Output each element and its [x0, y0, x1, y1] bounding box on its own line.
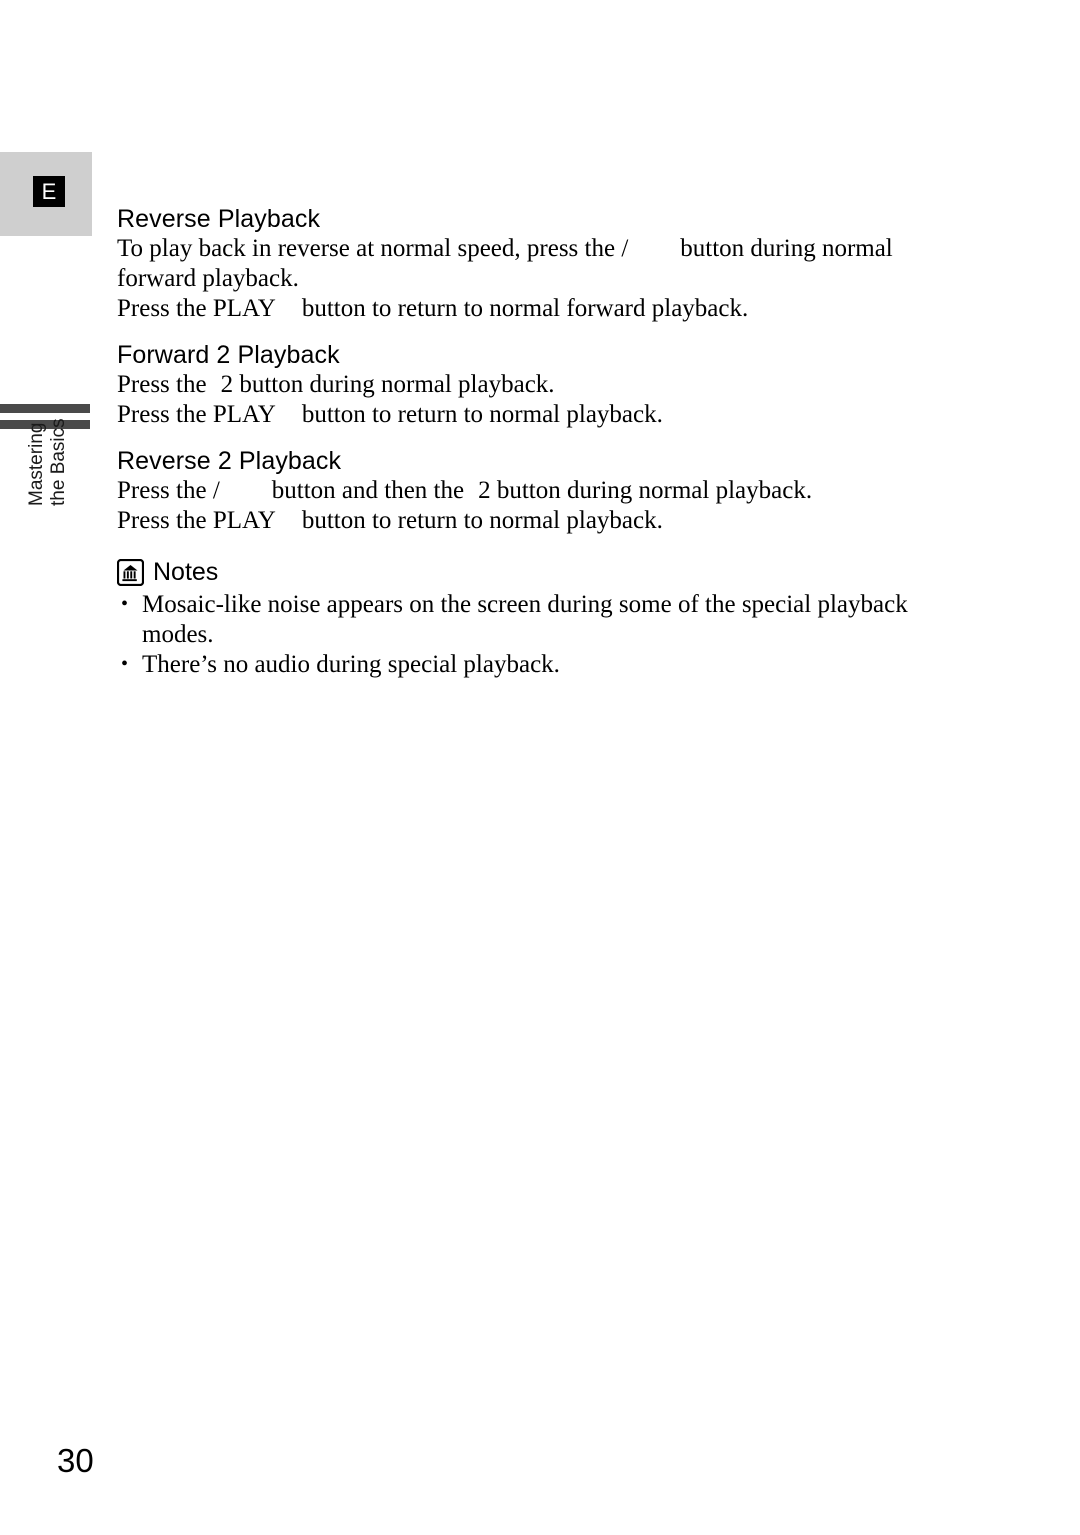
side-running-head-line2: the Basics: [48, 418, 69, 506]
side-running-head: Mastering the Basics: [26, 386, 96, 506]
heading-reverse-2x-playback: Reverse 2 Playback: [117, 447, 342, 475]
body-text: Press the PLAY: [117, 295, 276, 322]
body-line: Press the PLAY button to return to normal…: [117, 506, 947, 536]
heading-forward-2x-playback: Forward 2 Playback: [117, 341, 340, 369]
content-column: Reverse Playback To play back in reverse…: [117, 204, 947, 680]
section-forward-2x-playback: Forward 2 Playback Press the 2 button dur…: [117, 340, 947, 430]
body-line: forward playback.: [117, 264, 947, 294]
body-text: button to return to normal playback.: [301, 401, 663, 428]
manual-page: E Mastering the Basics Reverse Playback …: [0, 0, 1080, 1535]
body-text: Press the PLAY: [117, 401, 276, 428]
body-line: Press the PLAY button to return to normal…: [117, 294, 947, 324]
notes-bank-icon: [117, 558, 144, 586]
heading-reverse-playback: Reverse Playback: [117, 205, 321, 233]
note-item: Mosaic-like noise appears on the screen …: [117, 589, 947, 650]
body-text: button to return to normal forward playb…: [301, 295, 749, 322]
body-text: button during normal: [680, 235, 893, 262]
body-text: button and then the: [271, 477, 465, 504]
body-line: Press the PLAY button to return to normal…: [117, 400, 947, 430]
note-text: modes.: [142, 621, 214, 648]
notes-header: Notes: [117, 558, 947, 586]
body-text: 2 button during normal playback.: [220, 371, 555, 398]
note-text: There’s no audio during special playback…: [142, 651, 560, 678]
notes-list: Mosaic-like noise appears on the screen …: [117, 589, 947, 680]
body-text: Press the PLAY: [117, 507, 276, 534]
page-number: 30: [57, 1442, 94, 1479]
body-line: Press the / button and then the 2 button d…: [117, 476, 947, 506]
language-badge-letter: E: [41, 178, 57, 204]
notes-title: Notes: [153, 558, 219, 586]
body-text: forward playback.: [117, 265, 299, 292]
note-text: Mosaic-like noise appears on the screen …: [142, 591, 908, 618]
body-text: Press the /: [117, 477, 220, 504]
body-text: 2 button during normal playback.: [478, 477, 813, 504]
body-text: button to return to normal playback.: [301, 507, 663, 534]
body-line: To play back in reverse at normal speed,…: [117, 234, 947, 264]
body-text: To play back in reverse at normal speed,…: [117, 235, 629, 262]
section-reverse-playback: Reverse Playback To play back in reverse…: [117, 204, 947, 324]
note-item: There’s no audio during special playback…: [117, 649, 947, 680]
side-running-head-line1: Mastering: [26, 422, 47, 506]
body-line: Press the 2 button during normal playback…: [117, 370, 947, 400]
language-badge-panel: E: [0, 152, 92, 236]
body-text: Press the: [117, 371, 207, 398]
language-badge-square: E: [33, 176, 65, 207]
section-reverse-2x-playback: Reverse 2 Playback Press the / button and…: [117, 446, 947, 536]
